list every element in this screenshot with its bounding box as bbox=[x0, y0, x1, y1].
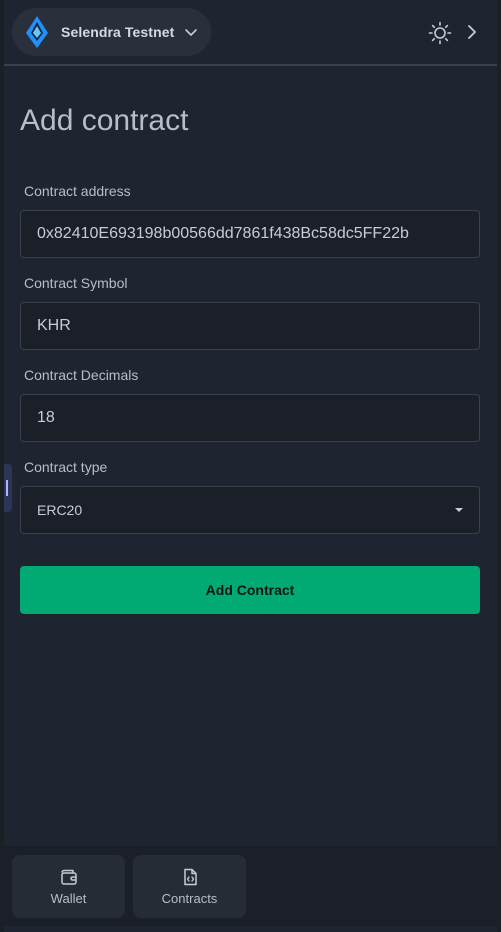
chevron-down-icon bbox=[185, 29, 198, 36]
contract-type-value: ERC20 bbox=[37, 502, 83, 518]
contract-symbol-value: KHR bbox=[37, 317, 71, 334]
bottom-nav: Wallet Contracts bbox=[4, 846, 497, 926]
drawer-handle[interactable] bbox=[4, 464, 12, 512]
nav-tab-wallet[interactable]: Wallet bbox=[12, 855, 125, 918]
wallet-icon bbox=[60, 869, 77, 885]
nav-tab-contracts-label: Contracts bbox=[161, 891, 218, 906]
contract-symbol-label: Contract Symbol bbox=[24, 275, 128, 291]
contract-type-select[interactable]: ERC20 bbox=[20, 486, 480, 534]
network-name: Selendra Testnet bbox=[61, 24, 175, 40]
nav-tab-contracts[interactable]: Contracts bbox=[133, 855, 246, 918]
contract-address-label: Contract address bbox=[24, 183, 131, 199]
contract-type-label: Contract type bbox=[24, 459, 108, 475]
page-title: Add contract bbox=[20, 104, 189, 137]
add-contract-button[interactable]: Add Contract bbox=[20, 566, 480, 614]
contract-address-field[interactable]: 0x82410E693198b00566dd7861f438Bc58dc5FF2… bbox=[20, 210, 480, 258]
top-bar: Selendra Testnet bbox=[4, 0, 497, 66]
chevron-right-icon[interactable] bbox=[464, 22, 480, 42]
network-selector[interactable]: Selendra Testnet bbox=[12, 8, 211, 56]
contract-decimals-label: Contract Decimals bbox=[24, 367, 139, 383]
nav-tab-wallet-label: Wallet bbox=[50, 891, 87, 906]
contract-symbol-field[interactable]: KHR bbox=[20, 302, 480, 350]
caret-down-icon bbox=[455, 508, 463, 512]
file-code-icon bbox=[183, 868, 197, 886]
app-window: Selendra Testnet Add contract Contract a… bbox=[4, 0, 497, 932]
selendra-logo-icon bbox=[26, 16, 48, 48]
contract-address-value: 0x82410E693198b00566dd7861f438Bc58dc5FF2… bbox=[37, 225, 409, 242]
contract-decimals-value: 18 bbox=[37, 409, 55, 426]
sun-icon[interactable] bbox=[428, 21, 452, 45]
contract-decimals-field[interactable]: 18 bbox=[20, 394, 480, 442]
